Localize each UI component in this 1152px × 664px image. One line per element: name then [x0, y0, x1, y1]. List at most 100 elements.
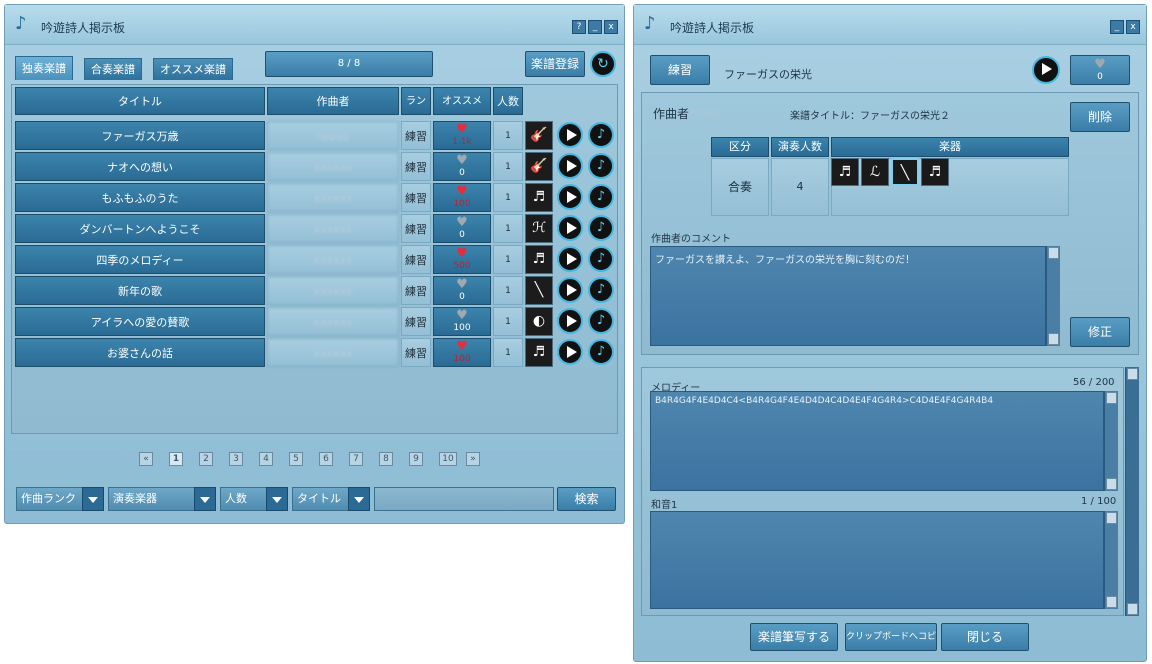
table-row[interactable]: アイラへの愛の賛歌 xxxxxx 練習 ♥ 100 1 ◐ — [15, 307, 615, 337]
page-3-button[interactable]: 3 — [229, 452, 243, 466]
comment-scrollbar[interactable] — [1046, 246, 1060, 346]
sheet-detail-icon[interactable] — [588, 277, 614, 303]
table-row[interactable]: お婆さんの話 xxxxxx 練習 ♥ 100 1 ♬ — [15, 338, 615, 368]
page-2-button[interactable]: 2 — [199, 452, 213, 466]
play-icon[interactable] — [557, 308, 583, 334]
page-1-button[interactable]: 1 — [169, 452, 183, 466]
copy-sheet-button[interactable]: 楽譜筆写する — [750, 623, 838, 651]
sheet-detail-icon[interactable] — [588, 215, 614, 241]
scroll-down-icon[interactable] — [1127, 603, 1138, 615]
song-title[interactable]: アイラへの愛の賛歌 — [15, 307, 265, 336]
song-title[interactable]: お婆さんの話 — [15, 338, 265, 367]
delete-button[interactable]: 削除 — [1070, 102, 1130, 132]
tab-recommended[interactable]: オススメ楽譜 — [153, 58, 233, 80]
lyre-icon[interactable]: ℒ — [861, 158, 889, 186]
chevron-down-icon[interactable] — [82, 487, 104, 511]
play-icon[interactable] — [557, 122, 583, 148]
song-title[interactable]: ナオへの想い — [15, 152, 265, 181]
table-row[interactable]: ダンバートンへようこそ xxxxxx 練習 ♥ 0 1 ℋ — [15, 214, 615, 244]
recommend-cell[interactable]: ♥ 0 — [433, 276, 491, 305]
edit-button[interactable]: 修正 — [1070, 317, 1130, 347]
search-input[interactable] — [374, 487, 554, 511]
column-recommend[interactable]: オススメ — [433, 87, 491, 115]
tab-solo[interactable]: 独奏楽譜 — [15, 56, 73, 80]
recommend-cell[interactable]: ♥ 0 — [433, 214, 491, 243]
play-icon[interactable] — [557, 246, 583, 272]
rank-filter-select[interactable]: 作曲ランク — [16, 487, 104, 511]
lute-icon[interactable]: ♬ — [921, 158, 949, 186]
titlebar[interactable]: ♪ 吟遊詩人掲示板 _ x — [634, 5, 1146, 45]
notation-scrollbar[interactable] — [1125, 367, 1139, 616]
table-row[interactable]: ナオへの想い xxxxxx 練習 ♥ 0 1 🎸 — [15, 152, 615, 182]
song-title[interactable]: 新年の歌 — [15, 276, 265, 305]
search-field-select[interactable]: タイトル — [292, 487, 370, 511]
song-title[interactable]: もふもふのうた — [15, 183, 265, 212]
first-page-icon[interactable]: « — [139, 452, 153, 466]
page-4-button[interactable]: 4 — [259, 452, 273, 466]
play-icon[interactable] — [1032, 56, 1060, 84]
page-7-button[interactable]: 7 — [349, 452, 363, 466]
sheet-detail-icon[interactable] — [588, 153, 614, 179]
scroll-up-icon[interactable] — [1048, 247, 1059, 259]
flute-icon[interactable]: ╲ — [891, 158, 919, 186]
titlebar[interactable]: ♪ 吟遊詩人掲示板 ? _ x — [5, 5, 624, 45]
table-row[interactable]: もふもふのうた xxxxxx 練習 ♥ 100 1 ♬ — [15, 183, 615, 213]
melody-textarea[interactable]: B4R4G4F4E4D4C4<B4R4G4F4E4D4D4C4D4E4F4G4R… — [650, 391, 1104, 491]
chevron-down-icon[interactable] — [194, 487, 216, 511]
recommend-cell[interactable]: ♥ 100 — [433, 183, 491, 212]
register-sheet-button[interactable]: 楽譜登録 — [525, 51, 585, 77]
minimize-icon[interactable]: _ — [1110, 20, 1124, 34]
players-filter-select[interactable]: 人数 — [220, 487, 288, 511]
play-icon[interactable] — [557, 184, 583, 210]
song-title[interactable]: ダンバートンへようこそ — [15, 214, 265, 243]
column-players[interactable]: 人数 — [493, 87, 523, 115]
sheet-detail-icon[interactable] — [588, 246, 614, 272]
table-row[interactable]: 新年の歌 xxxxxx 練習 ♥ 0 1 ╲ — [15, 276, 615, 306]
column-composer[interactable]: 作曲者 — [267, 87, 399, 115]
play-icon[interactable] — [557, 277, 583, 303]
sheet-detail-icon[interactable] — [588, 122, 614, 148]
recommend-cell[interactable]: ♥ 100 — [433, 338, 491, 367]
sheet-detail-icon[interactable] — [588, 308, 614, 334]
comment-textarea[interactable]: ファーガスを讃えよ、ファーガスの栄光を胸に刻むのだ！ — [650, 246, 1046, 346]
recommend-cell[interactable]: ♥ 500 — [433, 245, 491, 274]
table-row[interactable]: 四季のメロディー xxxxxx 練習 ♥ 500 1 ♬ — [15, 245, 615, 275]
chevron-down-icon[interactable] — [348, 487, 370, 511]
play-icon[interactable] — [557, 153, 583, 179]
play-icon[interactable] — [557, 339, 583, 365]
copy-to-clipboard-button[interactable]: クリップボードへコピー — [845, 623, 937, 651]
close-icon[interactable]: x — [604, 20, 618, 34]
table-row[interactable]: ファーガス万歳 ruuuu 練習 ♥ 1.1k 1 🎸 — [15, 121, 615, 151]
page-8-button[interactable]: 8 — [379, 452, 393, 466]
recommend-cell[interactable]: ♥ 0 — [433, 152, 491, 181]
search-button[interactable]: 検索 — [557, 487, 616, 511]
page-5-button[interactable]: 5 — [289, 452, 303, 466]
column-rank[interactable]: ランク — [401, 87, 431, 135]
song-title[interactable]: ファーガス万歳 — [15, 121, 265, 150]
close-icon[interactable]: x — [1126, 20, 1140, 34]
song-title[interactable]: 四季のメロディー — [15, 245, 265, 274]
sheet-detail-icon[interactable] — [588, 184, 614, 210]
recommend-cell[interactable]: ♥ 100 — [433, 307, 491, 336]
scroll-down-icon[interactable] — [1106, 478, 1117, 490]
play-icon[interactable] — [557, 215, 583, 241]
chord-scrollbar[interactable] — [1104, 511, 1118, 609]
scroll-up-icon[interactable] — [1127, 368, 1138, 380]
instrument-filter-select[interactable]: 演奏楽器 — [108, 487, 216, 511]
recommend-cell[interactable]: ♥ 1.1k — [433, 121, 491, 150]
scroll-up-icon[interactable] — [1106, 392, 1117, 404]
page-10-button[interactable]: 10 — [439, 452, 457, 466]
page-9-button[interactable]: 9 — [409, 452, 423, 466]
help-icon[interactable]: ? — [572, 20, 586, 34]
close-button[interactable]: 閉じる — [941, 623, 1029, 651]
chord-textarea[interactable] — [650, 511, 1104, 609]
page-6-button[interactable]: 6 — [319, 452, 333, 466]
refresh-icon[interactable]: ↻ — [590, 51, 616, 77]
chevron-down-icon[interactable] — [266, 487, 288, 511]
scroll-down-icon[interactable] — [1106, 596, 1117, 608]
minimize-icon[interactable]: _ — [588, 20, 602, 34]
lute-icon[interactable]: ♬ — [831, 158, 859, 186]
melody-scrollbar[interactable] — [1104, 391, 1118, 491]
column-title[interactable]: タイトル — [15, 87, 265, 115]
tab-ensemble[interactable]: 合奏楽譜 — [84, 58, 142, 80]
